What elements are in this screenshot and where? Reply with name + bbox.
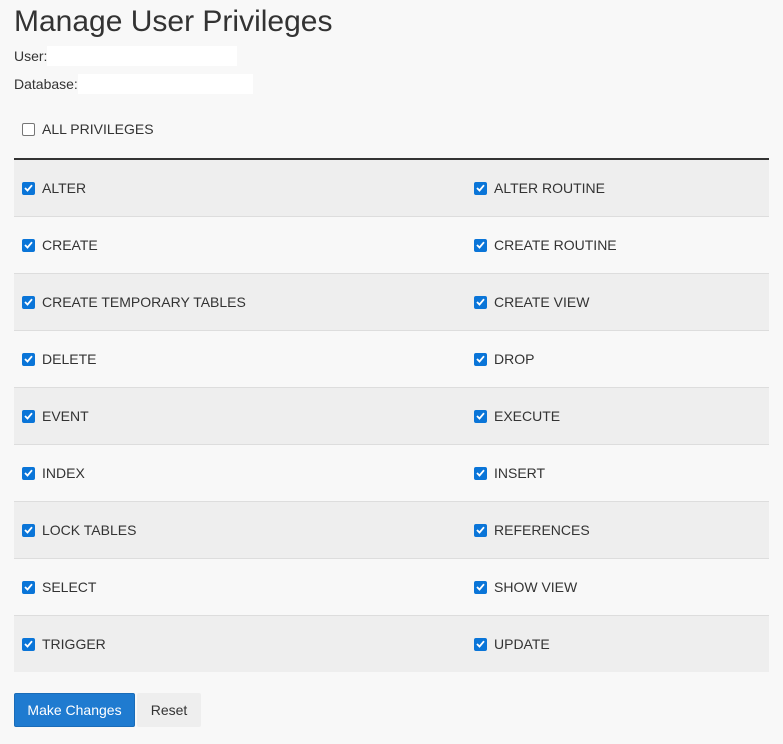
privilege-option-drop[interactable]: DROP: [474, 351, 534, 367]
privilege-checkbox[interactable]: [474, 295, 487, 309]
privilege-row: TRIGGER UPDATE: [14, 616, 769, 672]
privilege-label: CREATE TEMPORARY TABLES: [42, 294, 246, 310]
privilege-checkbox[interactable]: [474, 523, 487, 537]
privilege-checkbox[interactable]: [474, 580, 487, 594]
privilege-label: CREATE: [42, 237, 98, 253]
privilege-row: LOCK TABLES REFERENCES: [14, 502, 769, 559]
privilege-row: SELECT SHOW VIEW: [14, 559, 769, 616]
privilege-option-update[interactable]: UPDATE: [474, 636, 550, 652]
privilege-row: DELETE DROP: [14, 331, 769, 388]
privilege-row: CREATE TEMPORARY TABLES CREATE VIEW: [14, 274, 769, 331]
privilege-label: INSERT: [494, 465, 546, 481]
privilege-label: CREATE ROUTINE: [494, 237, 617, 253]
privilege-checkbox[interactable]: [22, 181, 35, 195]
privilege-option-insert[interactable]: INSERT: [474, 465, 545, 481]
privilege-option-show-view[interactable]: SHOW VIEW: [474, 579, 577, 595]
all-privileges-label: ALL PRIVILEGES: [42, 121, 154, 137]
privilege-option-create-temporary-tables[interactable]: CREATE TEMPORARY TABLES: [22, 294, 246, 310]
make-changes-button[interactable]: Make Changes: [14, 693, 135, 727]
privilege-option-index[interactable]: INDEX: [22, 465, 85, 481]
privilege-checkbox[interactable]: [474, 466, 487, 480]
privilege-label: UPDATE: [494, 636, 550, 652]
privilege-label: CREATE VIEW: [494, 294, 590, 310]
privilege-checkbox[interactable]: [22, 580, 35, 594]
privilege-option-create-routine[interactable]: CREATE ROUTINE: [474, 237, 617, 253]
privilege-checkbox[interactable]: [22, 637, 35, 651]
privilege-option-execute[interactable]: EXECUTE: [474, 408, 560, 424]
privilege-row: ALTER ALTER ROUTINE: [14, 160, 769, 217]
privilege-option-lock-tables[interactable]: LOCK TABLES: [22, 522, 136, 538]
database-label: Database:: [14, 76, 78, 92]
privilege-checkbox[interactable]: [22, 295, 35, 309]
privilege-row: INDEX INSERT: [14, 445, 769, 502]
user-info-row: User:: [14, 46, 238, 66]
privilege-option-create-view[interactable]: CREATE VIEW: [474, 294, 589, 310]
privilege-option-create[interactable]: CREATE: [22, 237, 98, 253]
privilege-checkbox[interactable]: [474, 409, 487, 423]
privileges-table: ALTER ALTER ROUTINE CREATE CREATE ROUTIN…: [14, 160, 769, 672]
privilege-label: LOCK TABLES: [42, 522, 137, 538]
privilege-label: INDEX: [42, 465, 85, 481]
all-privileges-checkbox[interactable]: [22, 122, 35, 136]
privilege-label: SELECT: [42, 579, 97, 595]
privilege-option-select[interactable]: SELECT: [22, 579, 96, 595]
privilege-checkbox[interactable]: [474, 181, 487, 195]
user-value: [47, 46, 238, 66]
privilege-label: ALTER: [42, 180, 87, 196]
privilege-option-references[interactable]: REFERENCES: [474, 522, 590, 538]
privilege-checkbox[interactable]: [474, 637, 487, 651]
privilege-row: EVENT EXECUTE: [14, 388, 769, 445]
privilege-checkbox[interactable]: [22, 523, 35, 537]
privilege-checkbox[interactable]: [22, 409, 35, 423]
database-value: [77, 74, 253, 94]
privilege-checkbox[interactable]: [22, 238, 35, 252]
reset-button[interactable]: Reset: [137, 693, 201, 727]
privilege-checkbox[interactable]: [474, 352, 487, 366]
privilege-label: SHOW VIEW: [494, 579, 578, 595]
privilege-option-event[interactable]: EVENT: [22, 408, 89, 424]
privilege-label: ALTER ROUTINE: [494, 180, 605, 196]
privilege-label: DELETE: [42, 351, 97, 367]
privilege-option-delete[interactable]: DELETE: [22, 351, 96, 367]
privilege-checkbox[interactable]: [22, 352, 35, 366]
privilege-label: REFERENCES: [494, 522, 590, 538]
privilege-option-trigger[interactable]: TRIGGER: [22, 636, 106, 652]
user-label: User:: [14, 48, 48, 64]
privilege-row: CREATE CREATE ROUTINE: [14, 217, 769, 274]
all-privileges-option[interactable]: ALL PRIVILEGES: [22, 121, 154, 137]
privilege-label: DROP: [494, 351, 535, 367]
privilege-checkbox[interactable]: [474, 238, 487, 252]
privilege-option-alter[interactable]: ALTER: [22, 180, 86, 196]
privilege-option-alter-routine[interactable]: ALTER ROUTINE: [474, 180, 605, 196]
page-title: Manage User Privileges: [14, 5, 333, 38]
privilege-label: EVENT: [42, 408, 89, 424]
database-info-row: Database:: [14, 74, 253, 94]
privilege-label: TRIGGER: [42, 636, 106, 652]
privilege-checkbox[interactable]: [22, 466, 35, 480]
privilege-label: EXECUTE: [494, 408, 561, 424]
